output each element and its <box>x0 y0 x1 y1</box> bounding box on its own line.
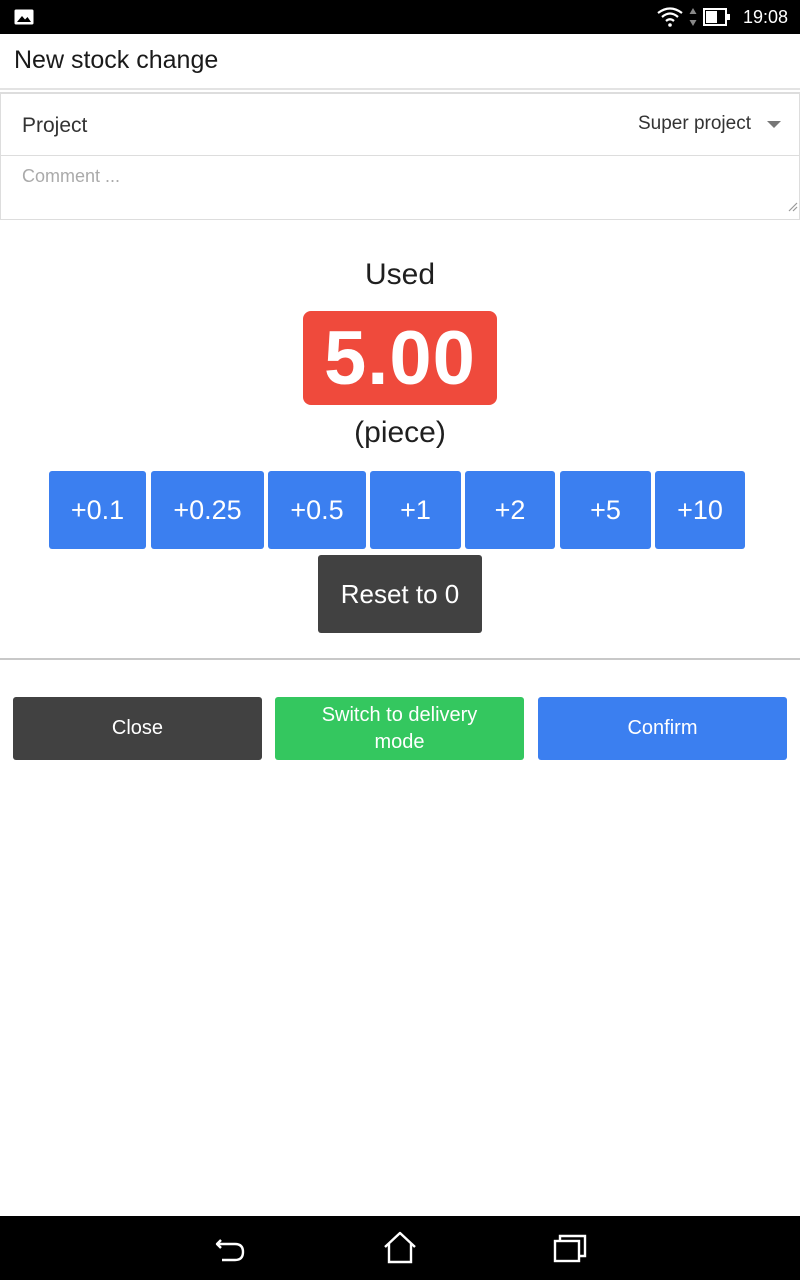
project-value: Super project <box>637 113 751 134</box>
recents-icon <box>553 1234 587 1263</box>
status-bar: 19:08 <box>0 0 800 34</box>
home-icon <box>384 1231 416 1264</box>
increment-button[interactable]: +0.25 <box>151 471 264 549</box>
confirm-button[interactable]: Confirm <box>538 697 787 760</box>
increment-button[interactable]: +1 <box>370 471 461 549</box>
caret-down-icon <box>767 121 781 128</box>
wifi-icon <box>657 7 683 27</box>
back-icon <box>215 1239 245 1262</box>
increment-button[interactable]: +0.1 <box>49 471 146 549</box>
increment-button[interactable]: +10 <box>655 471 745 549</box>
gallery-icon <box>14 9 34 25</box>
app-bar: New stock change <box>0 34 800 90</box>
project-select[interactable]: Super project <box>561 104 791 144</box>
counter-value: 5.00 <box>303 311 497 405</box>
status-time: 19:08 <box>742 6 788 27</box>
increment-button[interactable]: +0.5 <box>268 471 366 549</box>
data-arrows-icon <box>689 8 697 26</box>
status-icons: 19:08 <box>657 0 788 34</box>
increment-button[interactable]: +5 <box>560 471 651 549</box>
resize-grip-icon[interactable] <box>786 200 798 212</box>
divider <box>0 658 800 660</box>
project-row: Project Super project <box>0 92 800 156</box>
comment-field[interactable] <box>0 156 800 220</box>
back-button[interactable] <box>210 1228 250 1268</box>
mode-label: Used <box>364 258 436 291</box>
unit-label: (piece) <box>354 416 446 449</box>
reset-button[interactable]: Reset to 0 <box>318 555 482 633</box>
recents-button[interactable] <box>550 1228 590 1268</box>
page-title: New stock change <box>14 46 219 74</box>
project-label: Project <box>22 114 88 137</box>
increment-button[interactable]: +2 <box>465 471 555 549</box>
battery-icon <box>702 8 730 26</box>
switch-mode-button[interactable]: Switch to delivery mode <box>275 697 524 760</box>
nav-bar <box>0 1216 800 1280</box>
close-button[interactable]: Close <box>13 697 262 760</box>
home-button[interactable] <box>380 1228 420 1268</box>
